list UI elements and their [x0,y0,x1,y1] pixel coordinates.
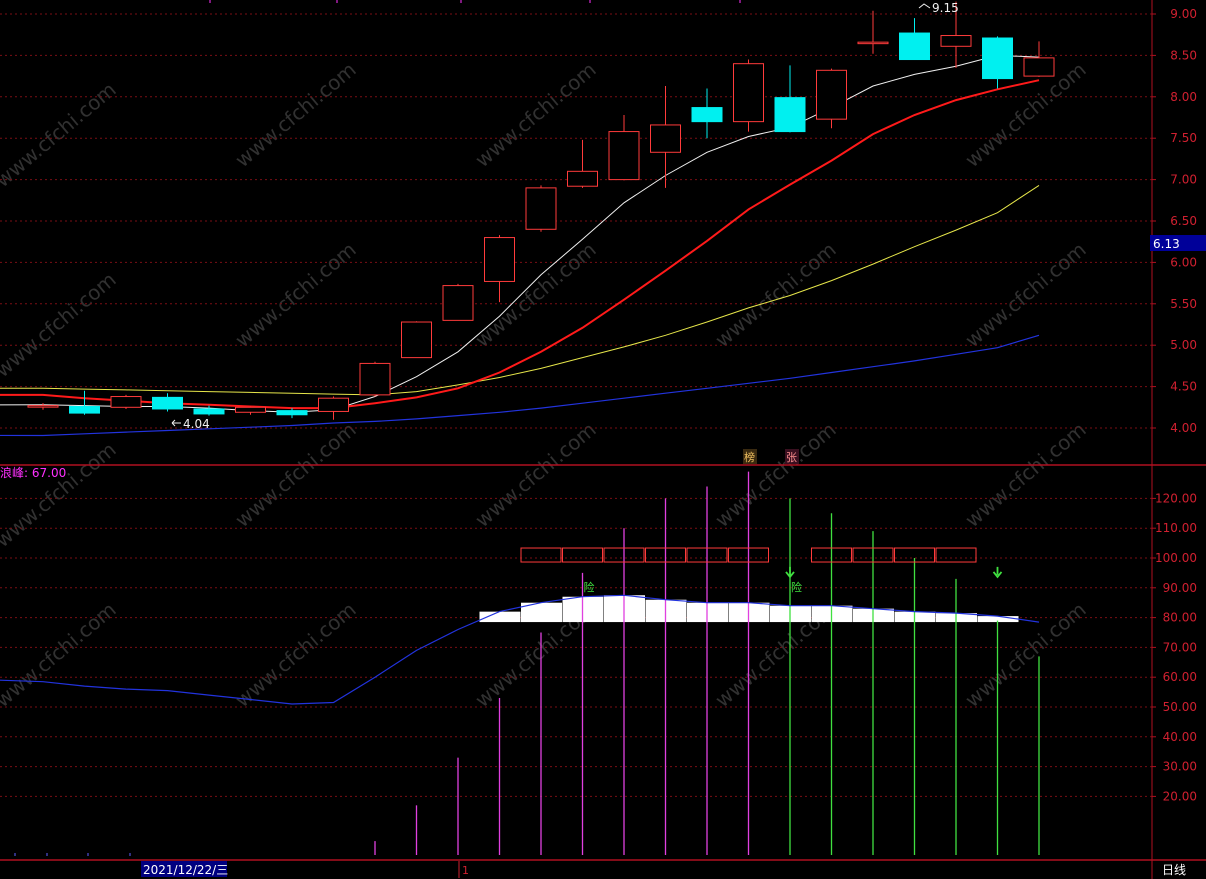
candle [110,394,142,409]
indicator-tick-label: 70.00 [1163,640,1197,654]
candle [816,68,847,129]
candle-body [857,41,889,45]
candle-body [235,406,266,413]
candle-body [318,397,349,412]
candle-body [484,237,515,282]
current-price-marker: 6.13 [1150,235,1206,251]
price-tick-label: 7.00 [1170,173,1197,187]
candle-body [608,131,640,181]
indicator-white-block [479,611,521,623]
indicator-tick-label: 30.00 [1163,760,1197,774]
indicator-tick-label: 40.00 [1163,730,1197,744]
indicator-tick-label: 50.00 [1163,700,1197,714]
candle [359,361,391,397]
price-tick-label: 4.00 [1170,421,1197,435]
candle-body [1023,57,1055,77]
indicator-signal-label: 险 [584,580,595,594]
indicator-tick-label: 90.00 [1163,581,1197,595]
indicator-tick-label: 110.00 [1155,521,1197,535]
price-tick-label: 4.50 [1170,380,1197,394]
event-badge-1[interactable]: 榜 [744,450,755,464]
candle-body [359,362,391,396]
candle [733,59,764,132]
event-badge-2[interactable]: 张 [786,451,797,464]
candle-body [733,63,764,123]
price-tick-label: 9.00 [1170,7,1197,21]
candle-body [69,405,100,414]
candle-body [27,405,59,408]
indicator-label: 浪峰: 67.00 [0,465,66,480]
candle-body [940,35,972,47]
candle-body [110,396,142,408]
candle-body [525,187,557,230]
indicator-signal-label: 险 [791,580,802,594]
candle-body [774,97,806,133]
price-tick-label: 6.00 [1170,255,1197,269]
price-tick-label: 5.00 [1170,338,1197,352]
candle [401,321,432,359]
price-tick-label: 6.50 [1170,214,1197,228]
candle-body [152,396,183,410]
chart-background [0,0,1206,879]
cursor-marker: 1 [462,864,469,877]
candle-body [401,321,432,359]
candle-body [650,124,681,153]
candle-body [567,170,598,187]
candle-body [276,410,308,416]
candle-body [691,107,723,123]
high-price-label: 9.15 [932,1,959,15]
candle-body [442,285,474,321]
indicator-tick-label: 20.00 [1163,789,1197,803]
candle-body [982,37,1013,80]
price-tick-label: 8.00 [1170,90,1197,104]
indicator-tick-label: 120.00 [1155,491,1197,505]
period-label[interactable]: 日线 [1162,863,1186,877]
date-label: 2021/12/22/三 [143,863,228,877]
price-tick-label: 8.50 [1170,48,1197,62]
candle [442,283,474,321]
candle-body [193,408,225,415]
price-tick-label: 7.50 [1170,131,1197,145]
stock-chart: www.cfchi.com www.cfchi.com www.cfchi.com w… [0,0,1206,879]
current-price-label: 6.13 [1153,237,1180,251]
price-tick-label: 5.50 [1170,297,1197,311]
indicator-tick-label: 100.00 [1155,551,1197,565]
low-price-label: 4.04 [183,417,210,431]
indicator-tick-label: 60.00 [1163,670,1197,684]
candle [525,185,557,232]
indicator-tick-label: 80.00 [1163,611,1197,625]
candle-body [816,69,847,120]
candle-body [899,32,930,61]
